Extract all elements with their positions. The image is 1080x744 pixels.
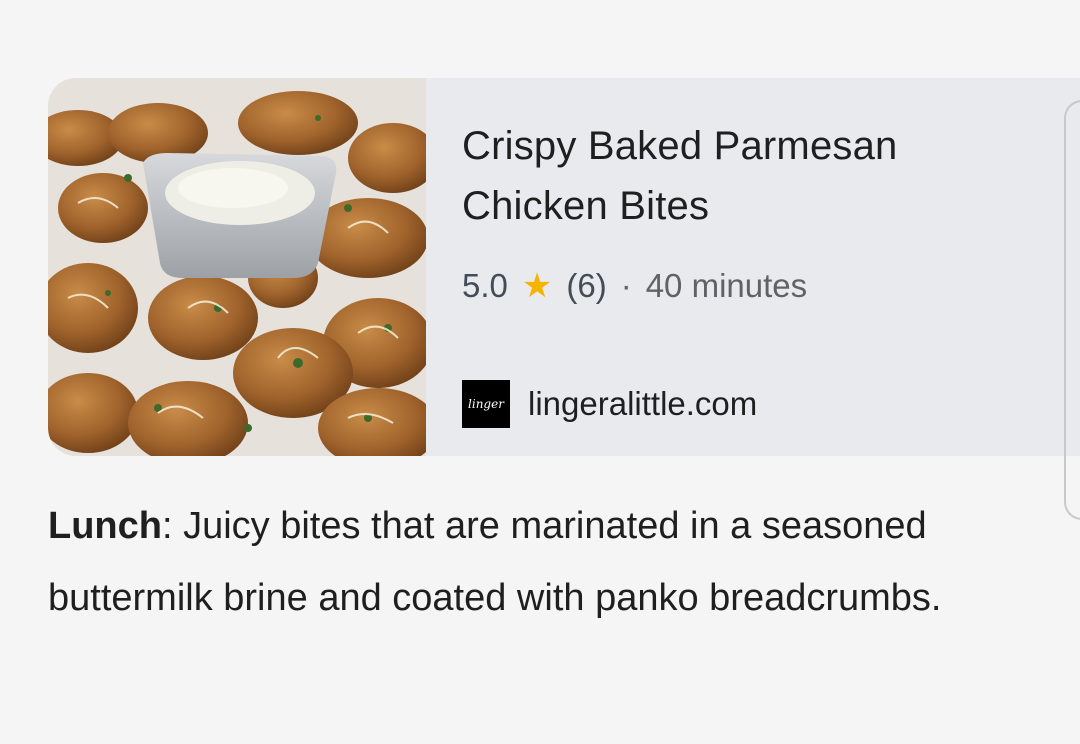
recipe-meta: 5.0 ★ (6) · 40 minutes [462,266,1042,306]
recipe-description: Lunch: Juicy bites that are marinated in… [48,490,1048,634]
recipe-source[interactable]: linger lingeralittle.com [462,380,1042,428]
review-count: (6) [566,267,607,304]
recipe-thumbnail-image [48,78,426,456]
star-icon: ★ [521,267,553,305]
site-favicon-icon: linger [462,380,510,428]
cook-duration: 40 minutes [645,267,808,304]
recipe-title[interactable]: Crispy Baked Parmesan Chicken Bites [462,116,1042,236]
description-text: : Juicy bites that are marinated in a se… [48,505,942,619]
meta-separator: · [620,267,632,304]
favicon-text: linger [468,397,504,411]
recipe-card[interactable]: Crispy Baked Parmesan Chicken Bites 5.0 … [48,78,1080,456]
recipe-info: Crispy Baked Parmesan Chicken Bites 5.0 … [462,116,1042,428]
source-domain[interactable]: lingeralittle.com [528,385,757,423]
rating-value: 5.0 [462,267,508,304]
next-card-edge[interactable] [1064,100,1080,520]
description-label: Lunch [48,505,162,547]
